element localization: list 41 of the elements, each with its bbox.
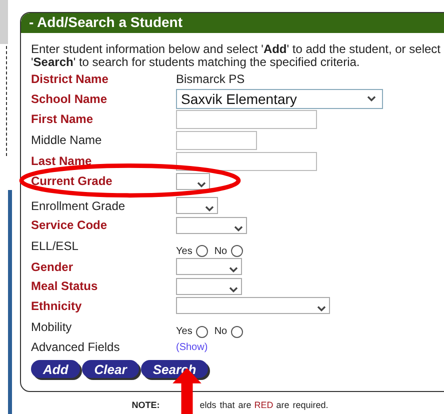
note-text: NOTE: elds that are RED are required. [130, 399, 330, 410]
option-label: No [214, 326, 228, 337]
radio-button[interactable] [196, 245, 208, 257]
chevron-icon [205, 205, 214, 212]
field-label: Current Grade [31, 174, 114, 188]
input-field[interactable] [176, 130, 257, 150]
field-value: Bismarck PS [176, 72, 245, 86]
chevron-icon [234, 224, 243, 232]
chevron-icon [367, 95, 376, 102]
field-label: First Name [31, 112, 94, 126]
option-label: Yes [176, 246, 192, 256]
dropdown[interactable]: Saxvik Elementary [176, 88, 383, 108]
panel-header: - Add/Search a Student [21, 13, 444, 33]
form-button[interactable]: Add [31, 360, 80, 378]
chevron-icon [317, 305, 326, 312]
radio-button[interactable] [196, 326, 208, 338]
field-label: Gender [31, 260, 74, 274]
option-label: Yes [176, 326, 192, 337]
field-label: District Name [31, 72, 110, 86]
field-label: Mobility [31, 320, 73, 334]
intro-text: Enter student information below and select 'Add' to add the student, or select 'Search' to search for students matching the specified criteria. [31, 43, 442, 69]
field-label: Service Code [31, 218, 108, 232]
field-label: School Name [31, 92, 108, 106]
field-label: Ethnicity [31, 298, 83, 313]
option-label: No [214, 246, 228, 256]
form-button[interactable]: Clear [82, 360, 139, 378]
field-label: Middle Name [31, 133, 103, 147]
radio-button[interactable] [231, 326, 244, 338]
chevron-icon [229, 286, 238, 293]
chevron-icon [229, 266, 238, 274]
chevron-icon [197, 180, 206, 188]
show-link[interactable]: (Show) [176, 342, 208, 353]
dropdown[interactable] [176, 172, 210, 190]
input-field[interactable] [176, 152, 317, 170]
field-label: Last Name [31, 154, 93, 168]
field-label: Meal Status [31, 279, 99, 294]
field-label: Enrollment Grade [31, 198, 126, 213]
field-label: ELL/ESL [31, 239, 80, 253]
input-field[interactable] [176, 110, 317, 128]
radio-button[interactable] [231, 245, 244, 257]
field-label: Advanced Fields [31, 340, 121, 354]
